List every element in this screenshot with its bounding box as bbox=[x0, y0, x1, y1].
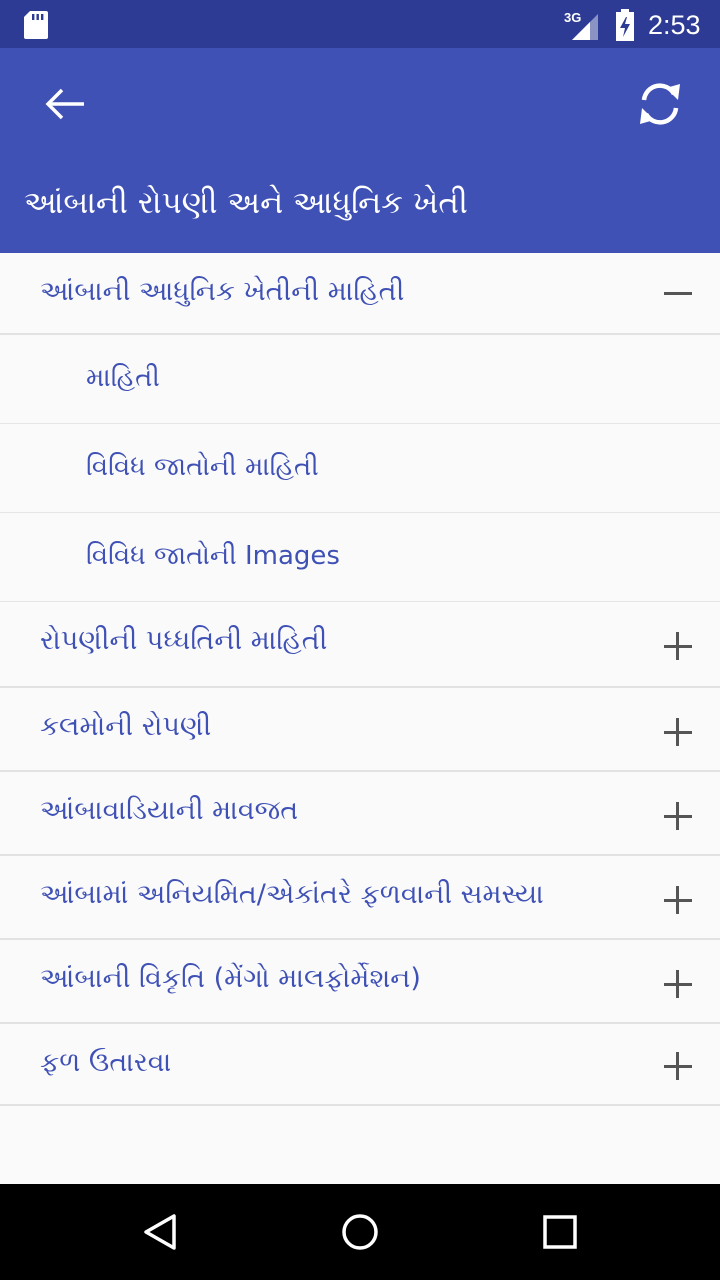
system-nav-bar bbox=[0, 1184, 720, 1280]
group-label: આંબાની આધુનિક ખેતીની માહિતી bbox=[40, 276, 405, 307]
group-label: ફળ ઉતારવા bbox=[40, 1047, 172, 1078]
status-bar: 3G 2:53 bbox=[0, 0, 720, 48]
group-label: આંબાવાડિયાની માવજત bbox=[40, 795, 299, 826]
list-group-item[interactable]: કલમોની રોપણી bbox=[0, 688, 720, 772]
page-title: આંબાની રોપણી અને આધુનિક ખેતી bbox=[24, 185, 468, 221]
expand-plus-icon[interactable] bbox=[664, 632, 692, 660]
expand-plus-icon[interactable] bbox=[664, 886, 692, 914]
list-group-item[interactable]: ફળ ઉતારવા bbox=[0, 1024, 720, 1106]
back-triangle-icon bbox=[144, 1214, 176, 1250]
back-button[interactable] bbox=[30, 78, 102, 130]
collapse-minus-icon[interactable] bbox=[664, 279, 692, 307]
home-circle-icon bbox=[342, 1214, 378, 1250]
list-group-item[interactable]: આંબાની વિકૃતિ (મેંગો માલફોર્મેશન) bbox=[0, 940, 720, 1024]
signal-icon: 3G bbox=[564, 10, 598, 40]
group-label: રોપણીની પધ્ધતિની માહિતી bbox=[40, 625, 328, 656]
group-label: કલમોની રોપણી bbox=[40, 711, 212, 742]
list-child-item[interactable]: વિવિધ જાતોની માહિતી bbox=[0, 424, 720, 513]
list-group-item[interactable]: રોપણીની પધ્ધતિની માહિતી bbox=[0, 602, 720, 688]
child-label: વિવિધ જાતોની Images bbox=[86, 541, 340, 571]
list-group-item[interactable]: આંબાની આધુનિક ખેતીની માહિતી bbox=[0, 253, 720, 335]
child-label: માહિતી bbox=[86, 363, 160, 393]
list-group-item[interactable]: આંબામાં અનિયમિત/એકાંતરે ફળવાની સમસ્યા bbox=[0, 856, 720, 940]
refresh-button[interactable] bbox=[628, 74, 692, 134]
network-type-label: 3G bbox=[564, 10, 581, 25]
list-child-item[interactable]: માહિતી bbox=[0, 335, 720, 424]
nav-home-button[interactable] bbox=[336, 1208, 384, 1256]
child-label: વિવિધ જાતોની માહિતી bbox=[86, 452, 319, 482]
refresh-icon bbox=[640, 83, 680, 125]
nav-back-button[interactable] bbox=[136, 1208, 184, 1256]
recents-square-icon bbox=[543, 1215, 577, 1249]
back-arrow-icon bbox=[45, 88, 84, 120]
expand-plus-icon[interactable] bbox=[664, 970, 692, 998]
expand-plus-icon[interactable] bbox=[664, 718, 692, 746]
list-child-item[interactable]: વિવિધ જાતોની Images bbox=[0, 513, 720, 602]
expandable-list: આંબાની આધુનિક ખેતીની માહિતી માહિતી વિવિધ… bbox=[0, 253, 720, 1106]
nav-recents-button[interactable] bbox=[536, 1208, 584, 1256]
battery-icon bbox=[616, 9, 634, 41]
app-bar: આંબાની રોપણી અને આધુનિક ખેતી bbox=[0, 48, 720, 253]
group-label: આંબામાં અનિયમિત/એકાંતરે ફળવાની સમસ્યા bbox=[40, 879, 544, 910]
status-time: 2:53 bbox=[648, 10, 701, 40]
expand-plus-icon[interactable] bbox=[664, 1052, 692, 1080]
group-label: આંબાની વિકૃતિ (મેંગો માલફોર્મેશન) bbox=[40, 963, 421, 994]
sd-card-icon bbox=[24, 11, 48, 39]
list-group-item[interactable]: આંબાવાડિયાની માવજત bbox=[0, 772, 720, 856]
expand-plus-icon[interactable] bbox=[664, 802, 692, 830]
